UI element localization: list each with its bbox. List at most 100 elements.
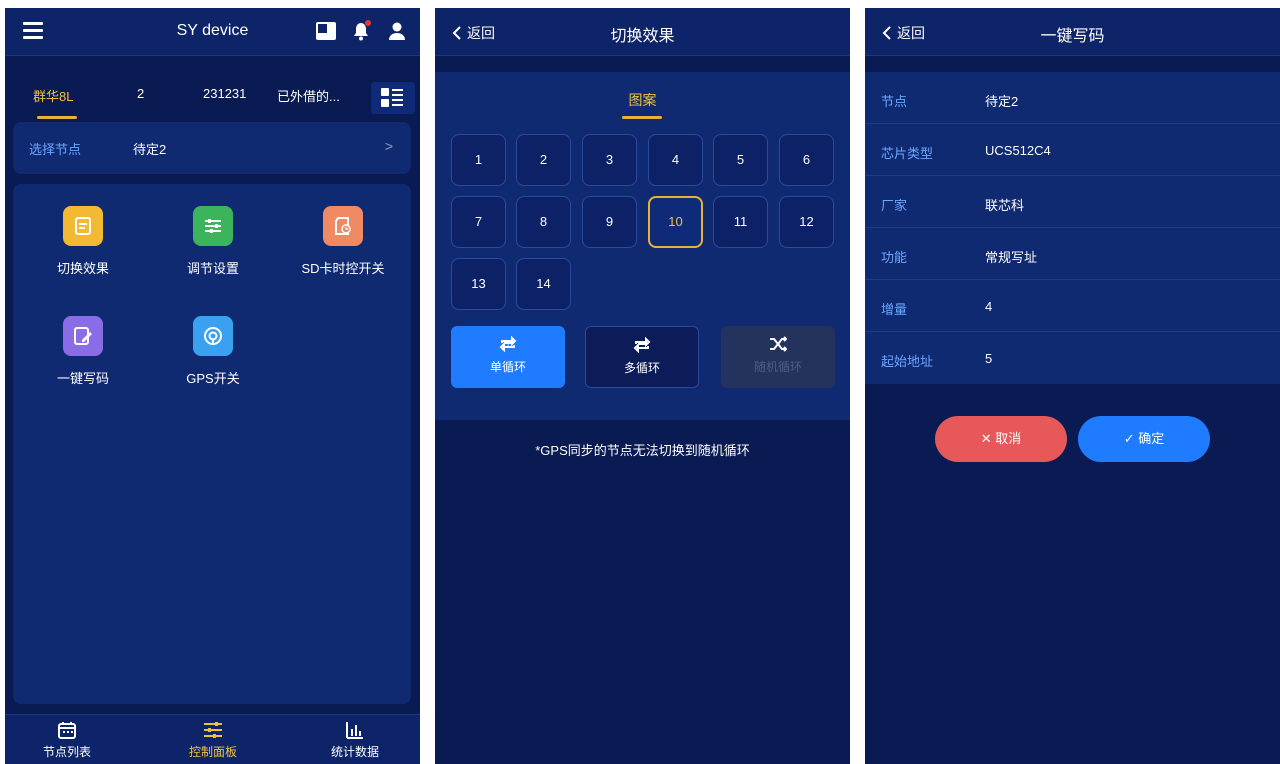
switch-effect-button[interactable]: 切换效果 [28, 206, 138, 277]
info-key: 厂家 [881, 198, 908, 213]
random-loop-label: 随机循环 [753, 360, 802, 374]
tab-group-2[interactable]: 2 [137, 86, 144, 101]
close-icon: ✕ [980, 431, 992, 446]
tab-group-3[interactable]: 231231 [203, 86, 246, 101]
info-row-chip-type: 芯片类型 UCS512C4 [865, 124, 1280, 176]
pattern-button[interactable]: 5 [713, 134, 768, 186]
pattern-button[interactable]: 3 [582, 134, 637, 186]
info-value: 常规写址 [985, 250, 1038, 265]
node-selector-label: 选择节点 [29, 142, 82, 157]
tab-pattern[interactable]: 图案 [435, 90, 850, 110]
pattern-button[interactable]: 1 [451, 134, 506, 186]
info-row-manufacturer: 厂家 联芯科 [865, 176, 1280, 228]
nav-statistics[interactable]: 统计数据 [305, 721, 405, 760]
shuffle-icon [770, 336, 787, 352]
one-key-write-label: 一键写码 [56, 371, 109, 386]
svg-text:1: 1 [506, 342, 510, 349]
active-tab-underline [622, 116, 662, 119]
switch-effect-screen: 返回 切换效果 图案 1 2 3 4 5 6 7 8 9 10 11 12 13… [435, 8, 850, 764]
nav-node-list[interactable]: 节点列表 [17, 721, 117, 760]
control-panel: 切换效果 调节设置 SD卡时控开关 一键写码 GPS开关 [13, 184, 411, 704]
sliders-nav-icon [204, 722, 222, 738]
single-loop-button[interactable]: 1 单循环 [451, 326, 565, 388]
gps-note: *GPS同步的节点无法切换到随机循环 [535, 443, 750, 458]
repeat-one-icon: 1 [499, 336, 517, 352]
pattern-button[interactable]: 14 [516, 258, 571, 310]
pattern-button[interactable]: 8 [516, 196, 571, 248]
info-value: 4 [985, 299, 993, 314]
switch-effect-header: 返回 切换效果 [435, 8, 850, 56]
grid-list-icon [381, 88, 403, 107]
check-icon: ✓ [1123, 431, 1135, 446]
chevron-right-icon: > [384, 138, 393, 154]
gps-switch-button[interactable]: GPS开关 [158, 316, 268, 387]
sliders-icon [193, 206, 233, 246]
app-header: SY device [5, 8, 420, 56]
single-loop-label: 单循环 [489, 360, 526, 374]
bell-icon[interactable] [350, 20, 372, 42]
info-row-increment: 增量 4 [865, 280, 1280, 332]
adjust-settings-label: 调节设置 [186, 261, 239, 276]
info-key: 增量 [881, 302, 908, 317]
sd-timer-switch-label: SD卡时控开关 [301, 261, 385, 276]
info-row-node: 节点 待定2 [865, 72, 1280, 124]
tab-group-1[interactable]: 群华8L [33, 86, 73, 105]
info-value: 联芯科 [985, 198, 1025, 213]
pattern-button[interactable]: 6 [779, 134, 834, 186]
cancel-button[interactable]: ✕ 取消 [935, 416, 1067, 462]
sd-card-clock-icon [323, 206, 363, 246]
info-value: 待定2 [985, 94, 1019, 109]
one-key-write-button[interactable]: 一键写码 [28, 316, 138, 387]
info-value: UCS512C4 [985, 143, 1051, 158]
cancel-label: 取消 [995, 431, 1022, 446]
confirm-label: 确定 [1138, 431, 1165, 446]
confirm-button[interactable]: ✓ 确定 [1078, 416, 1210, 462]
effect-icon [63, 206, 103, 246]
tab-group-4[interactable]: 已外借的... [277, 86, 340, 105]
info-key: 节点 [881, 94, 908, 109]
nav-control-panel[interactable]: 控制面板 [163, 721, 263, 760]
info-key: 芯片类型 [881, 146, 934, 161]
page-title: 切换效果 [610, 28, 675, 45]
nav-node-list-label: 节点列表 [42, 745, 91, 759]
info-row-start-address: 起始地址 5 [865, 332, 1280, 384]
bottom-nav: 节点列表 控制面板 统计数据 [5, 714, 420, 764]
edit-icon [63, 316, 103, 356]
gps-switch-label: GPS开关 [186, 371, 240, 386]
pattern-button[interactable]: 11 [713, 196, 768, 248]
notification-dot [365, 20, 371, 26]
device-screen: SY device 群华8L 2 231231 已外借的... 选择节点 待定2… [5, 8, 420, 764]
adjust-settings-button[interactable]: 调节设置 [158, 206, 268, 277]
multi-loop-label: 多循环 [623, 361, 660, 375]
multi-loop-button[interactable]: 多循环 [585, 326, 699, 388]
random-loop-button: 随机循环 [721, 326, 835, 388]
grid-menu-button[interactable] [371, 82, 415, 114]
nav-control-panel-label: 控制面板 [188, 745, 237, 759]
info-list: 节点 待定2 芯片类型 UCS512C4 厂家 联芯科 功能 常规写址 增量 4… [865, 72, 1280, 384]
node-selector-value: 待定2 [133, 142, 167, 157]
node-selector[interactable]: 选择节点 待定2 > [13, 122, 411, 174]
calendar-icon [58, 722, 76, 739]
page-title: 一键写码 [1040, 28, 1105, 45]
one-key-write-screen: 返回 一键写码 节点 待定2 芯片类型 UCS512C4 厂家 联芯科 功能 常… [865, 8, 1280, 764]
sd-timer-switch-button[interactable]: SD卡时控开关 [288, 206, 398, 277]
one-key-write-header: 返回 一键写码 [865, 8, 1280, 56]
info-value: 5 [985, 351, 993, 366]
nav-statistics-label: 统计数据 [330, 745, 379, 759]
active-tab-underline [37, 116, 77, 119]
pattern-button[interactable]: 13 [451, 258, 506, 310]
pattern-button[interactable]: 4 [648, 134, 703, 186]
user-icon[interactable] [386, 20, 408, 42]
pattern-button[interactable]: 2 [516, 134, 571, 186]
group-tabs: 群华8L 2 231231 已外借的... [5, 74, 420, 120]
translate-icon[interactable] [316, 22, 336, 40]
bar-chart-icon [346, 722, 363, 739]
gps-icon [193, 316, 233, 356]
pattern-button[interactable]: 9 [582, 196, 637, 248]
info-row-function: 功能 常规写址 [865, 228, 1280, 280]
pattern-button[interactable]: 7 [451, 196, 506, 248]
pattern-button[interactable]: 12 [779, 196, 834, 248]
repeat-icon [633, 337, 651, 353]
switch-effect-label: 切换效果 [56, 261, 109, 276]
pattern-button-selected[interactable]: 10 [648, 196, 703, 248]
